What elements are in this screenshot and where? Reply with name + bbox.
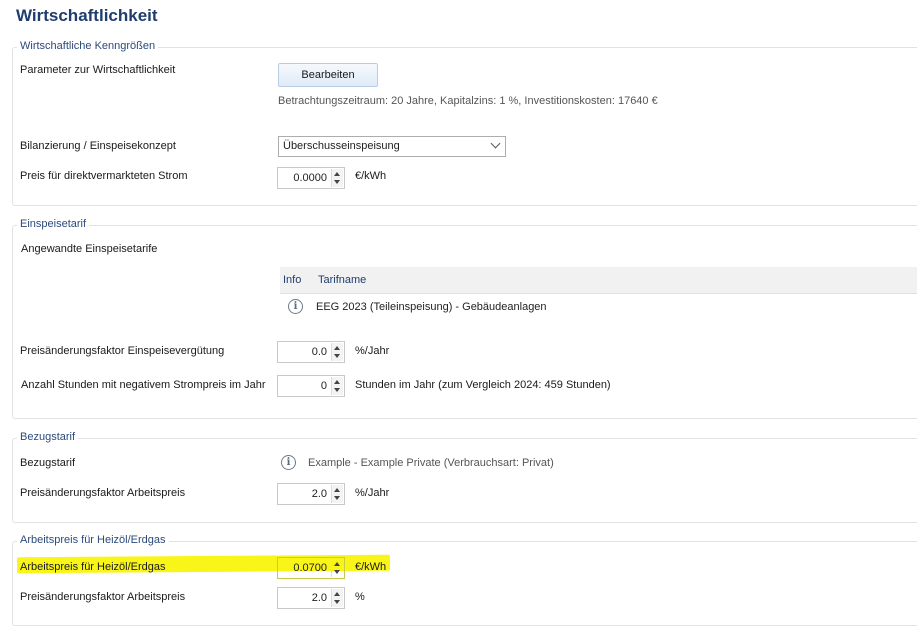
arrow-down-icon[interactable] xyxy=(334,388,340,392)
bilanz-select[interactable]: Überschusseinspeisung xyxy=(278,136,506,157)
tarif-name: EEG 2023 (Teileinspeisung) - Gebäudeanla… xyxy=(316,301,547,313)
stunden-stepper[interactable]: 0 xyxy=(277,375,345,397)
heizoel-aenderung-label: Preisänderungsfaktor Arbeitspreis xyxy=(20,591,186,603)
group-heizoel: Arbeitspreis für Heizöl/Erdgas Arbeitspr… xyxy=(12,534,917,626)
arrow-up-icon[interactable] xyxy=(334,380,340,384)
aenderung-arbeitspreis-label: Preisänderungsfaktor Arbeitspreis xyxy=(20,487,186,499)
arrow-down-icon[interactable] xyxy=(334,570,340,574)
aenderung-einspeise-label: Preisänderungsfaktor Einspeisevergütung xyxy=(20,345,225,357)
preis-strom-label: Preis für direktvermarkteten Strom xyxy=(20,170,188,182)
heizoel-aenderung-unit: % xyxy=(355,591,365,603)
aenderung-einspeise-value: 0.0 xyxy=(311,346,327,358)
heizoel-preis-label: Arbeitspreis für Heizöl/Erdgas xyxy=(20,561,166,573)
stepper-arrows[interactable] xyxy=(331,589,343,607)
stepper-arrows[interactable] xyxy=(331,169,343,187)
arrow-up-icon[interactable] xyxy=(334,172,340,176)
info-icon[interactable]: i xyxy=(281,455,296,470)
edit-parameters-button[interactable]: Bearbeiten xyxy=(278,63,378,87)
arrow-down-icon[interactable] xyxy=(334,354,340,358)
arrow-down-icon[interactable] xyxy=(334,496,340,500)
stepper-arrows[interactable] xyxy=(331,377,343,395)
preis-strom-unit: €/kWh xyxy=(355,170,387,182)
chevron-down-icon xyxy=(490,138,501,149)
group-einspeisetarif: Einspeisetarif Angewandte Einspeisetarif… xyxy=(12,218,917,419)
stunden-unit: Stunden im Jahr (zum Vergleich 2024: 459… xyxy=(355,379,611,391)
legend-einspeisetarif: Einspeisetarif xyxy=(17,218,90,230)
legend-heizoel: Arbeitspreis für Heizöl/Erdgas xyxy=(17,534,169,546)
heizoel-preis-unit: €/kWh xyxy=(355,561,387,573)
table-row[interactable]: i EEG 2023 (Teileinspeisung) - Gebäudean… xyxy=(280,294,917,320)
tarife-label: Angewandte Einspeisetarife xyxy=(21,243,158,255)
arrow-up-icon[interactable] xyxy=(334,562,340,566)
stepper-arrows[interactable] xyxy=(331,343,343,361)
stepper-arrows[interactable] xyxy=(331,485,343,503)
arrow-down-icon[interactable] xyxy=(334,180,340,184)
column-info[interactable]: Info xyxy=(283,274,301,286)
aenderung-arbeitspreis-unit: %/Jahr xyxy=(355,487,390,499)
preis-strom-value: 0.0000 xyxy=(293,172,327,184)
group-bezugstarif: Bezugstarif Bezugstarif i Example - Exam… xyxy=(12,431,917,523)
group-kenngroessen: Wirtschaftliche Kenngrößen Parameter zur… xyxy=(12,40,917,206)
column-tarifname[interactable]: Tarifname xyxy=(318,274,366,286)
heizoel-preis-stepper[interactable]: 0.0700 xyxy=(277,557,345,579)
arrow-up-icon[interactable] xyxy=(334,488,340,492)
stepper-arrows[interactable] xyxy=(331,559,343,577)
preis-strom-stepper[interactable]: 0.0000 xyxy=(277,167,345,189)
legend-kenngroessen: Wirtschaftliche Kenngrößen xyxy=(17,40,159,52)
stunden-value: 0 xyxy=(320,380,327,392)
heizoel-aenderung-stepper[interactable]: 2.0 xyxy=(277,587,345,609)
bezugstarif-value: Example - Example Private (Verbrauchsart… xyxy=(308,457,554,469)
heizoel-preis-value: 0.0700 xyxy=(293,562,327,574)
page-title: Wirtschaftlichkeit xyxy=(16,6,158,25)
bilanz-select-value: Überschusseinspeisung xyxy=(283,140,400,152)
stunden-label: Anzahl Stunden mit negativem Strompreis … xyxy=(21,379,266,391)
tarife-table-header: Info Tarifname xyxy=(280,267,917,294)
arrow-up-icon[interactable] xyxy=(334,346,340,350)
legend-bezugstarif: Bezugstarif xyxy=(17,431,79,443)
aenderung-arbeitspreis-value: 2.0 xyxy=(311,488,327,500)
arrow-up-icon[interactable] xyxy=(334,592,340,596)
param-summary: Betrachtungszeitraum: 20 Jahre, Kapitalz… xyxy=(278,95,658,107)
aenderung-einspeise-stepper[interactable]: 0.0 xyxy=(277,341,345,363)
aenderung-arbeitspreis-stepper[interactable]: 2.0 xyxy=(277,483,345,505)
bezugstarif-label: Bezugstarif xyxy=(20,457,76,469)
aenderung-einspeise-unit: %/Jahr xyxy=(355,345,390,357)
heizoel-aenderung-value: 2.0 xyxy=(311,592,327,604)
param-label: Parameter zur Wirtschaftlichkeit xyxy=(20,64,176,76)
bilanz-label: Bilanzierung / Einspeisekonzept xyxy=(20,140,176,152)
arrow-down-icon[interactable] xyxy=(334,600,340,604)
info-icon[interactable]: i xyxy=(288,299,303,314)
